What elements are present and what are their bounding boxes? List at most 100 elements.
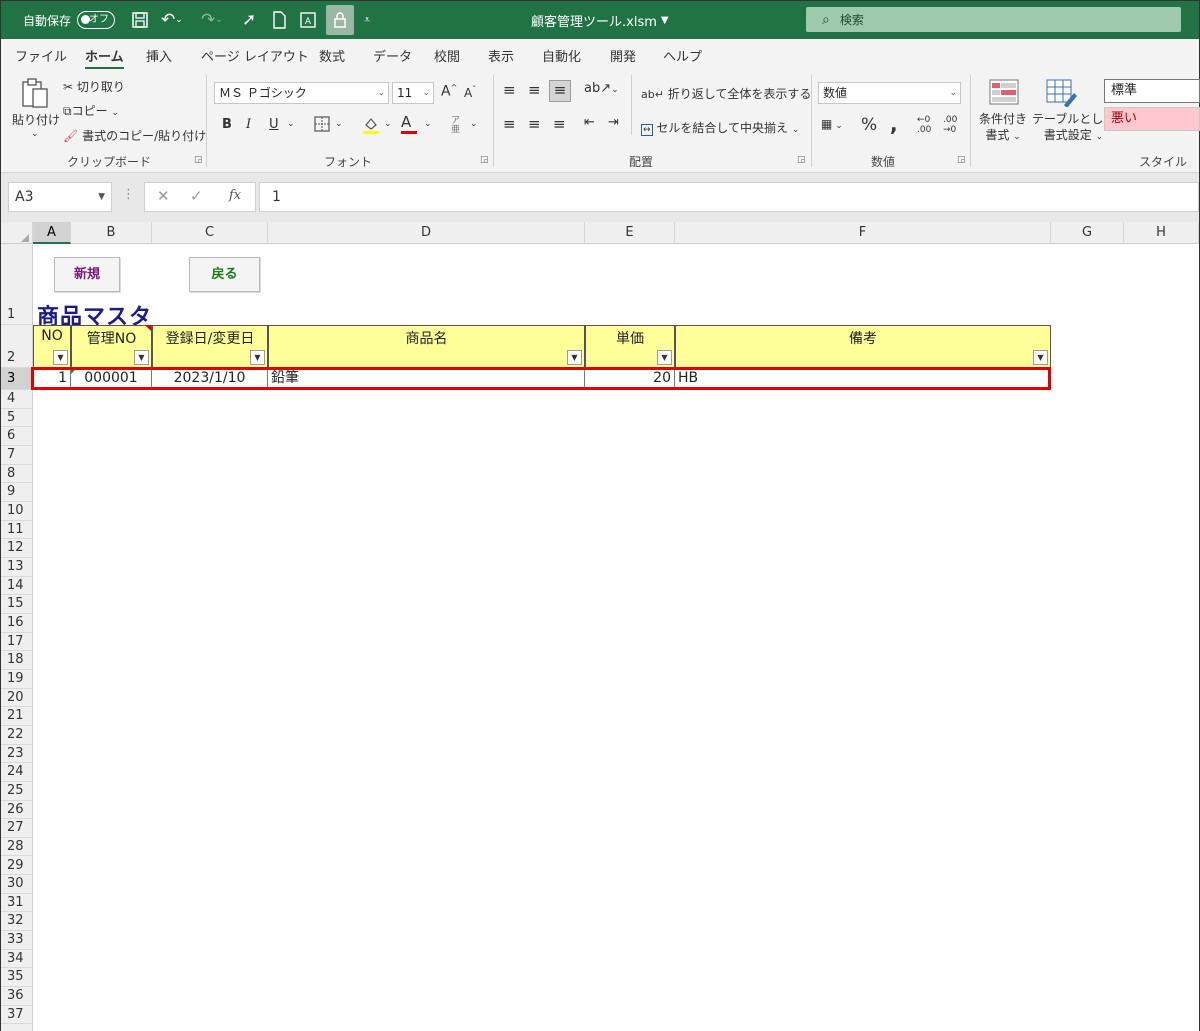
paste-icon[interactable]: [19, 77, 51, 114]
chevron-down-icon[interactable]: ⌄: [384, 119, 392, 129]
align-left-icon[interactable]: ≡: [503, 115, 516, 133]
row-header[interactable]: 10: [1, 502, 32, 521]
border-icon[interactable]: [313, 115, 331, 136]
row-header[interactable]: 30: [1, 875, 32, 894]
row-header[interactable]: 34: [1, 950, 32, 969]
autosave-control[interactable]: 自動保存 オフ: [23, 1, 116, 39]
row-header[interactable]: 18: [1, 651, 32, 670]
align-bottom-icon[interactable]: ≡: [549, 80, 571, 102]
font-size-select[interactable]: 11 ⌄: [392, 82, 434, 104]
column-header-f[interactable]: F: [675, 222, 1051, 244]
row-header[interactable]: 2: [1, 325, 32, 368]
filter-dropdown-icon[interactable]: ▼: [250, 350, 265, 365]
row-header[interactable]: 26: [1, 801, 32, 820]
bold-button[interactable]: B: [222, 117, 232, 132]
row-header[interactable]: 35: [1, 968, 32, 988]
row-header[interactable]: 14: [1, 577, 32, 596]
column-header-c[interactable]: C: [152, 222, 268, 244]
conditional-format-button[interactable]: 条件付き 書式 ⌄: [979, 111, 1027, 145]
tab-developer[interactable]: 開発: [610, 46, 636, 65]
format-as-table-button[interactable]: テーブルとして 書式設定 ⌄: [1032, 111, 1115, 145]
pointer-icon[interactable]: ➚: [242, 1, 256, 39]
dialog-launcher-icon[interactable]: ◲: [194, 155, 203, 165]
font-color-icon[interactable]: A: [401, 113, 417, 134]
tab-automate[interactable]: 自動化: [542, 46, 581, 65]
comma-button[interactable]: ,: [890, 112, 898, 136]
save-icon[interactable]: [131, 1, 149, 39]
column-header-h[interactable]: H: [1124, 222, 1199, 244]
tab-help[interactable]: ヘルプ: [663, 46, 702, 65]
tab-view[interactable]: 表示: [488, 46, 514, 65]
style-normal[interactable]: 標準: [1104, 79, 1200, 103]
align-right-icon[interactable]: ≡: [553, 115, 566, 133]
row-header[interactable]: 19: [1, 670, 32, 689]
tab-page-layout[interactable]: ページ レイアウト: [201, 46, 309, 65]
fill-color-icon[interactable]: [361, 115, 381, 138]
column-header-e[interactable]: E: [585, 222, 675, 244]
row-header[interactable]: 8: [1, 465, 32, 484]
tab-home[interactable]: ホーム: [85, 46, 124, 70]
increase-font-icon[interactable]: A^: [441, 83, 457, 100]
dialog-launcher-icon[interactable]: ◲: [957, 155, 966, 165]
chevron-down-icon[interactable]: ⌄: [424, 119, 432, 129]
conditional-format-icon[interactable]: [989, 79, 1019, 108]
decrease-decimal-icon[interactable]: .00 →0: [943, 115, 957, 135]
tab-insert[interactable]: 挿入: [146, 46, 172, 65]
column-header-d[interactable]: D: [268, 222, 585, 244]
row-header[interactable]: 27: [1, 819, 32, 838]
row-header[interactable]: 36: [1, 987, 32, 1006]
filter-dropdown-icon[interactable]: ▼: [657, 350, 672, 365]
row-header[interactable]: 3: [1, 368, 32, 390]
underline-button[interactable]: U: [269, 117, 279, 132]
paste-button[interactable]: 貼り付け: [12, 111, 60, 128]
filter-dropdown-icon[interactable]: ▼: [567, 350, 582, 365]
document-icon[interactable]: [271, 1, 287, 39]
filter-dropdown-icon[interactable]: ▼: [134, 350, 149, 365]
formula-input[interactable]: 1: [259, 182, 1199, 212]
row-header[interactable]: 4: [1, 390, 32, 409]
row-header[interactable]: 33: [1, 931, 32, 950]
insert-function-icon[interactable]: fx: [229, 188, 241, 203]
decrease-indent-icon[interactable]: ⇤: [584, 115, 595, 130]
row-header[interactable]: 22: [1, 726, 32, 745]
paste-dropdown-icon[interactable]: ⌄: [31, 129, 39, 139]
column-header-b[interactable]: B: [71, 222, 152, 244]
customize-qat-icon[interactable]: ⩡: [364, 1, 370, 39]
style-bad[interactable]: 悪い: [1104, 107, 1200, 131]
increase-decimal-icon[interactable]: ←0.00: [917, 115, 931, 135]
dialog-launcher-icon[interactable]: ◲: [480, 155, 489, 165]
format-painter-button[interactable]: 🖌 書式のコピー/貼り付け: [63, 127, 206, 144]
font-name-select[interactable]: ＭＳ Ｐゴシック ⌄: [214, 82, 389, 104]
lock-icon[interactable]: [326, 5, 354, 35]
row-header[interactable]: 37: [1, 1006, 32, 1025]
new-button[interactable]: 新規: [54, 257, 120, 292]
search-box[interactable]: ⌕ 検索: [806, 7, 1181, 32]
redo-icon[interactable]: ↷ ⌄: [201, 1, 223, 39]
tab-review[interactable]: 校閲: [434, 46, 460, 65]
align-top-icon[interactable]: ≡: [503, 81, 516, 99]
filter-dropdown-icon[interactable]: ▼: [1033, 350, 1048, 365]
chevron-down-icon[interactable]: ⌄: [335, 119, 343, 129]
row-header[interactable]: 32: [1, 912, 32, 932]
row-header[interactable]: 9: [1, 483, 32, 502]
row-header[interactable]: 21: [1, 707, 32, 726]
currency-icon[interactable]: ▦ ⌄: [821, 117, 843, 131]
row-header[interactable]: 31: [1, 894, 32, 913]
percent-button[interactable]: %: [861, 115, 877, 135]
enter-icon[interactable]: ✓: [190, 187, 203, 205]
row-header[interactable]: 23: [1, 745, 32, 764]
row-header[interactable]: 25: [1, 782, 32, 801]
chevron-down-icon[interactable]: ⌄: [287, 119, 295, 129]
align-center-icon[interactable]: ≡: [528, 115, 541, 133]
row-header[interactable]: 12: [1, 539, 32, 558]
row-header[interactable]: 7: [1, 446, 32, 465]
frame-icon[interactable]: A: [299, 1, 317, 39]
row-header[interactable]: 20: [1, 689, 32, 708]
splitter-dots-icon[interactable]: ⋮: [122, 187, 135, 202]
row-header[interactable]: 1: [1, 244, 32, 325]
italic-button[interactable]: I: [246, 117, 251, 132]
orientation-icon[interactable]: ab↗⌄: [584, 81, 619, 96]
tab-file[interactable]: ファイル: [15, 46, 67, 65]
undo-icon[interactable]: ↶ ⌄: [161, 1, 183, 39]
file-name[interactable]: 顧客管理ツール.xlsm ▼: [531, 1, 669, 39]
